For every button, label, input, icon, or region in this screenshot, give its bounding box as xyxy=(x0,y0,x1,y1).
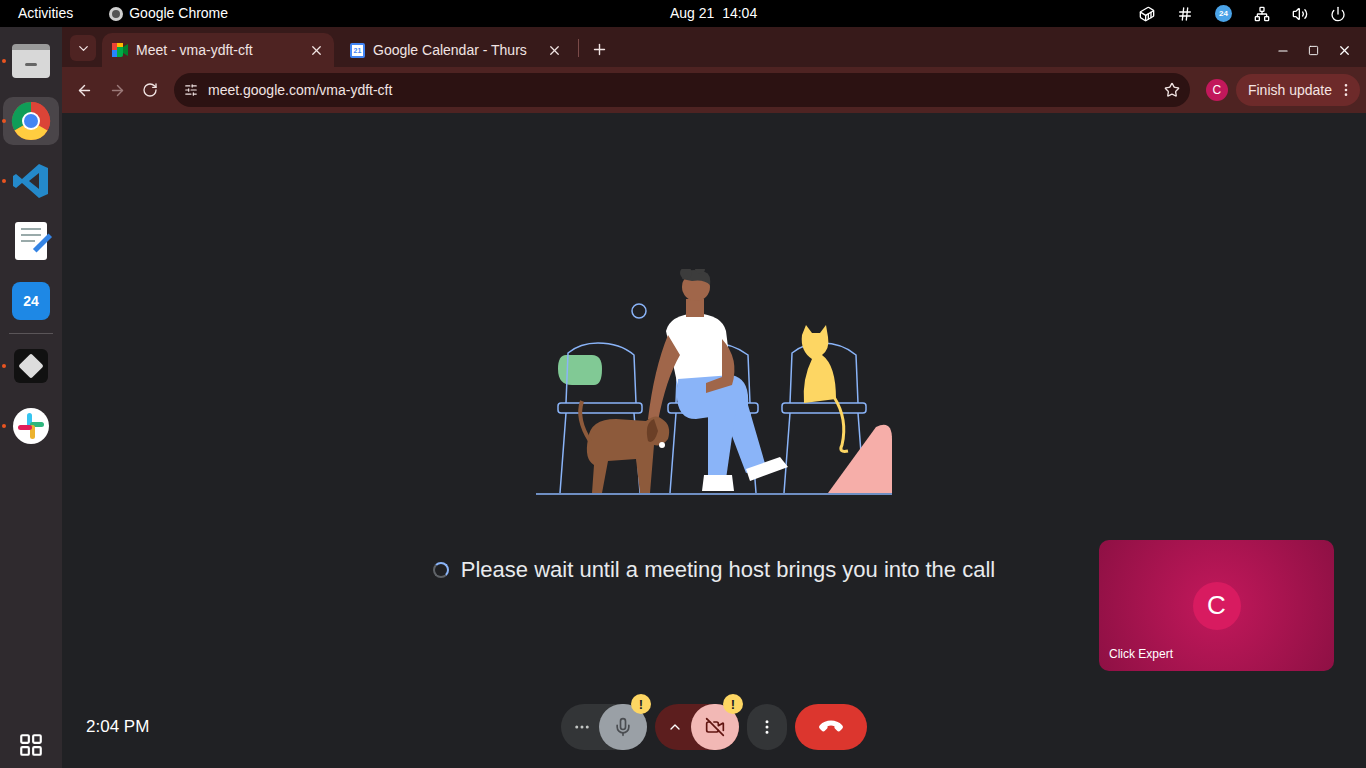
reload-icon[interactable] xyxy=(142,82,158,98)
url-text: meet.google.com/vma-ydft-cft xyxy=(208,80,1154,101)
chevron-down-icon xyxy=(76,41,91,56)
tab-separator xyxy=(578,39,579,57)
dock-item[interactable] xyxy=(3,97,59,145)
forward-icon[interactable] xyxy=(109,82,126,99)
self-view-tile: C Click Expert xyxy=(1099,540,1334,671)
minimize-icon[interactable] xyxy=(1276,44,1290,58)
desktop: Activities Google Chrome Aug 21 14:04 24 24 M… xyxy=(0,0,1366,768)
chrome-small-icon xyxy=(109,7,123,21)
mic-button[interactable]: ! xyxy=(599,704,647,750)
volume-icon[interactable] xyxy=(1292,6,1308,22)
system-tray: 24 xyxy=(1139,5,1348,22)
close-tab-icon[interactable] xyxy=(309,43,324,58)
browser-tab[interactable]: Meet - vma-ydft-cft xyxy=(102,33,334,67)
chrome-window: Meet - vma-ydft-cft 21 Google Calendar - T… xyxy=(62,27,1366,768)
running-indicator xyxy=(2,424,6,428)
docker-icon[interactable] xyxy=(1139,6,1155,22)
running-indicator xyxy=(2,59,6,63)
running-indicator xyxy=(2,179,6,183)
leave-call-button[interactable] xyxy=(795,704,867,750)
chrome-icon xyxy=(11,101,51,141)
hang-up-icon xyxy=(817,713,845,741)
back-icon[interactable] xyxy=(76,82,93,99)
dock-item[interactable]: 24 xyxy=(3,277,59,325)
dock-item[interactable] xyxy=(3,37,59,85)
spinner-icon xyxy=(433,562,449,578)
calendar24-icon: 24 xyxy=(12,282,50,320)
top-bar: Activities Google Chrome Aug 21 14:04 24 xyxy=(0,0,1366,27)
vscode-icon xyxy=(12,162,50,200)
waiting-message: Please wait until a meeting host brings … xyxy=(433,553,995,586)
camera-off-icon xyxy=(705,717,725,737)
mic-group: ! xyxy=(561,704,647,750)
call-controls: !! xyxy=(561,704,867,750)
video-options-icon[interactable] xyxy=(667,719,683,735)
meeting-time: 2:04 PM xyxy=(86,714,561,740)
dock-item[interactable] xyxy=(3,217,59,265)
app-menu[interactable]: Google Chrome xyxy=(109,3,228,24)
audio-options-icon[interactable] xyxy=(573,718,591,736)
show-apps-icon[interactable] xyxy=(18,732,44,758)
profile-avatar[interactable]: C xyxy=(1206,79,1228,101)
package-icon xyxy=(14,349,48,383)
toolbar: meet.google.com/vma-ydft-cft C Finish upda… xyxy=(62,67,1366,113)
tab-title: Google Calendar - Thurs xyxy=(373,40,539,61)
bookmark-star-icon[interactable] xyxy=(1164,82,1180,98)
files-icon xyxy=(12,44,50,78)
control-bar: 2:04 PM!! xyxy=(62,688,1366,768)
tab-title: Meet - vma-ydft-cft xyxy=(136,40,301,61)
meet-favicon-icon xyxy=(112,43,128,57)
power-icon[interactable] xyxy=(1330,6,1346,22)
running-indicator xyxy=(2,364,6,368)
self-avatar: C xyxy=(1193,582,1241,630)
tab-search-button[interactable] xyxy=(70,35,96,61)
clock[interactable]: Aug 21 14:04 xyxy=(670,3,757,24)
dock: 24 xyxy=(0,27,62,768)
close-window-icon[interactable] xyxy=(1337,43,1352,58)
workspace: 24 Meet - vma-ydft-cft 21 Google Calendar -… xyxy=(0,27,1366,768)
warning-badge: ! xyxy=(723,694,743,714)
window-controls xyxy=(1276,43,1358,58)
menu-kebab-icon xyxy=(1338,82,1354,98)
running-indicator xyxy=(2,119,6,123)
finish-update-button[interactable]: Finish update xyxy=(1236,74,1360,106)
activities-button[interactable]: Activities xyxy=(18,3,73,24)
text-editor-icon xyxy=(15,222,47,260)
slack-icon xyxy=(13,408,49,444)
browser-tab[interactable]: 21 Google Calendar - Thurs xyxy=(340,33,572,67)
maximize-icon[interactable] xyxy=(1308,45,1319,56)
more-options-button[interactable] xyxy=(747,704,787,750)
dock-item[interactable] xyxy=(3,157,59,205)
calendar-favicon-icon: 21 xyxy=(350,43,365,58)
self-name: Click Expert xyxy=(1109,645,1173,663)
mic-icon xyxy=(613,717,633,737)
new-tab-icon[interactable] xyxy=(591,41,608,58)
address-bar[interactable]: meet.google.com/vma-ydft-cft xyxy=(174,73,1190,107)
warning-badge: ! xyxy=(631,694,651,714)
camera-group: ! xyxy=(655,704,739,750)
dock-item[interactable] xyxy=(3,402,59,450)
dock-item[interactable] xyxy=(3,342,59,390)
calendar24-icon[interactable]: 24 xyxy=(1215,5,1232,22)
slack-icon[interactable] xyxy=(1177,6,1193,22)
camera-button[interactable]: ! xyxy=(691,704,739,750)
network-icon[interactable] xyxy=(1254,6,1270,22)
close-tab-icon[interactable] xyxy=(547,43,562,58)
waiting-illustration xyxy=(536,269,892,497)
tab-strip: Meet - vma-ydft-cft 21 Google Calendar - T… xyxy=(62,27,1366,67)
more-options-icon xyxy=(758,718,776,736)
site-info-icon[interactable] xyxy=(184,83,198,97)
dock-separator xyxy=(9,333,53,334)
meet-page: Please wait until a meeting host brings … xyxy=(62,113,1366,768)
